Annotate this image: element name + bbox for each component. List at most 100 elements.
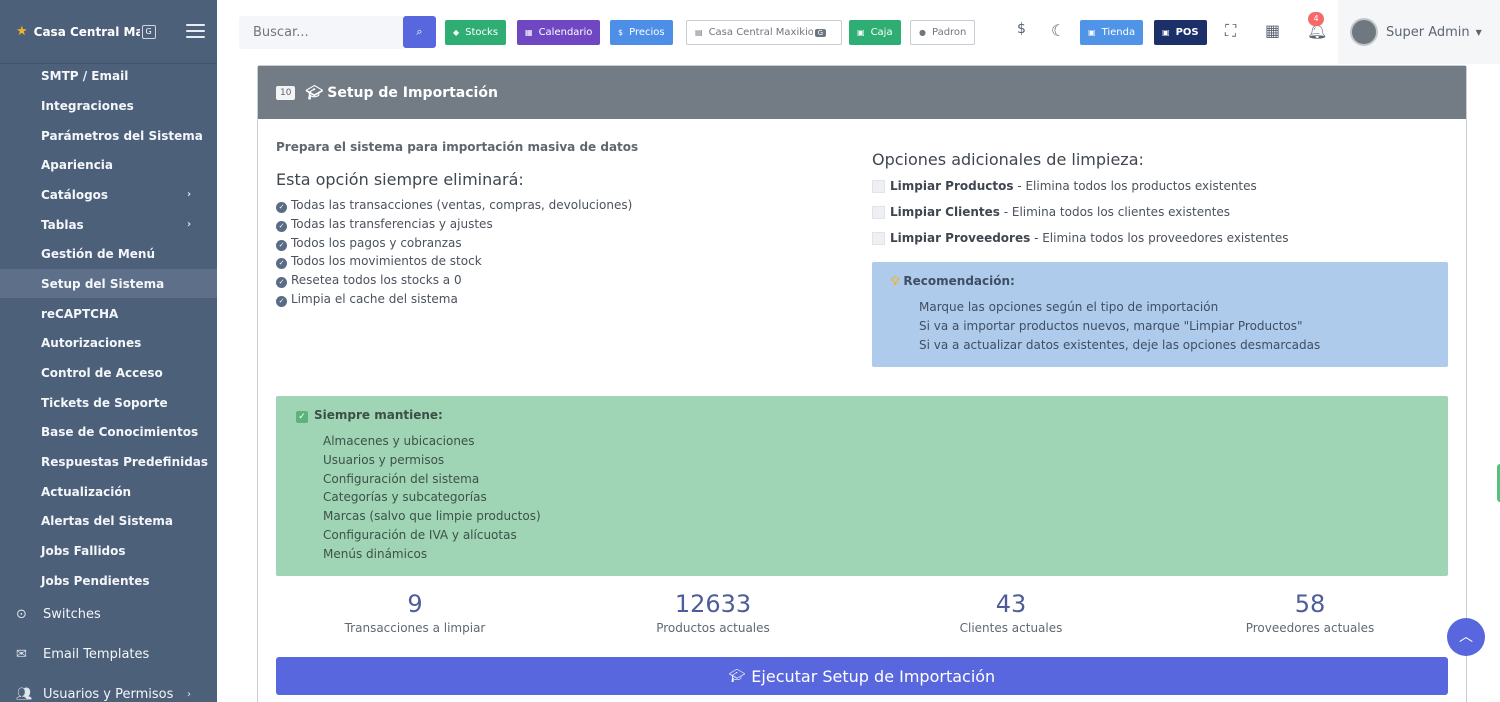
check-circle-icon: ✓: [276, 239, 287, 251]
users-icon: 👥︎: [16, 686, 33, 702]
stocks-button[interactable]: ◆ Stocks: [445, 20, 507, 45]
sidebar-section[interactable]: ✉ Email Templates: [0, 636, 217, 672]
chevron-right-icon: ›: [187, 219, 192, 230]
fullscreen-icon[interactable]: ⛶: [1225, 21, 1236, 41]
list-item-text: Todas las transacciones (ventas, compras…: [291, 198, 633, 212]
list-item: ✓ Todas las transferencias y ajustes: [276, 217, 493, 232]
search-button[interactable]: ⌕: [403, 16, 436, 48]
option-label: Limpiar Productos: [890, 179, 1014, 193]
currency-dollar-icon[interactable]: $: [1017, 21, 1026, 37]
card-title: 🎓︎ Setup de Importación: [305, 85, 497, 101]
recommendation-box: 💡︎ Recomendación: Marque las opciones seg…: [872, 262, 1448, 367]
keeps-line: Configuración de IVA y alícuotas: [323, 528, 517, 542]
sidebar-item[interactable]: Tablas ›: [0, 210, 217, 239]
sidebar-item-label: Alertas del Sistema: [41, 513, 174, 528]
sidebar-item[interactable]: Tickets de Soporte: [0, 388, 217, 417]
always-keeps-title-text: Siempre mantiene:: [314, 408, 443, 422]
list-item-text: Todos los pagos y cobranzas: [291, 235, 462, 250]
sidebar-section-label: Usuarios y Permisos: [43, 686, 174, 702]
apps-grid-icon[interactable]: ▦: [1265, 21, 1280, 40]
run-import-setup-label: Ejecutar Setup de Importación: [751, 666, 996, 686]
check-circle-icon: ✓: [276, 258, 287, 270]
sidebar-section[interactable]: ⊙ Switches: [0, 596, 217, 632]
cube-icon: ◆: [453, 28, 460, 37]
sidebar-item[interactable]: Catálogos ›: [0, 180, 217, 209]
precios-button[interactable]: $ Precios: [610, 20, 673, 45]
keeps-line: Configuración del sistema: [323, 471, 480, 486]
calendario-button-label: Calendario: [538, 27, 593, 38]
sidebar-item-label: Apariencia: [41, 157, 114, 172]
list-item: ✓ Todos los pagos y cobranzas: [276, 236, 462, 251]
always-keeps-title: ✓ Siempre mantiene:: [296, 408, 443, 423]
sidebar-item-label: Actualización: [41, 484, 132, 499]
sidebar-item[interactable]: Alertas del Sistema: [0, 506, 217, 535]
list-item-text: Resetea todos los stocks a 0: [291, 273, 462, 288]
tienda-button[interactable]: ▣ Tienda: [1080, 20, 1144, 45]
cleanup-option[interactable]: Limpiar Productos - Elimina todos los pr…: [872, 179, 1257, 193]
card-header: 10 🎓︎ Setup de Importación: [258, 66, 1466, 119]
cleanup-option[interactable]: Limpiar Proveedores - Elimina todos los …: [872, 231, 1289, 245]
graduation-cap-icon: 🎓︎: [305, 84, 324, 101]
padron-button[interactable]: ● Padron: [910, 20, 976, 45]
caja-button-label: Caja: [870, 27, 893, 38]
sidebar-item[interactable]: Parámetros del Sistema: [0, 121, 217, 150]
brand-badge: G: [141, 24, 156, 39]
list-item: ✓ Todas las transacciones (ventas, compra…: [276, 198, 632, 213]
cleanup-option[interactable]: Limpiar Clientes - Elimina todos los cli…: [872, 205, 1230, 219]
list-item: ✓ Resetea todos los stocks a 0: [276, 273, 462, 289]
sidebar-item[interactable]: Base de Conocimientos: [0, 417, 217, 446]
notification-count-badge: 4: [1308, 12, 1324, 26]
sidebar-item[interactable]: reCAPTCHA: [0, 299, 217, 328]
sidebar-item[interactable]: Jobs Fallidos: [0, 536, 217, 565]
search-input[interactable]: [239, 16, 403, 49]
pos-button[interactable]: ▣ POS: [1154, 20, 1207, 45]
sidebar-item[interactable]: Respuestas Predefinidas: [0, 447, 217, 476]
chevron-up-icon: ︿: [1459, 629, 1473, 645]
recommendation-title-text: Recomendación:: [903, 274, 1015, 288]
document-icon: ▤: [695, 28, 703, 37]
card-title-text: Setup de Importación: [327, 84, 498, 101]
hamburger-menu-icon[interactable]: [186, 24, 205, 42]
toggle-icon: ⊙: [16, 606, 27, 622]
tienda-button-label: Tienda: [1101, 27, 1136, 38]
user-name: Super Admin: [1386, 24, 1470, 40]
checkbox[interactable]: [872, 231, 885, 245]
calendario-button[interactable]: ▦ Calendario: [517, 20, 601, 45]
sidebar-item[interactable]: Actualización: [0, 477, 217, 506]
checkbox[interactable]: [872, 179, 885, 193]
sidebar-item[interactable]: Control de Acceso: [0, 358, 217, 387]
recommendation-line: Si va a importar productos nuevos, marqu…: [919, 318, 1303, 333]
branch-selector[interactable]: ▤ Casa Central MaxikioscoG: [686, 20, 842, 45]
sidebar-item[interactable]: Apariencia: [0, 150, 217, 179]
topbar: ⌕ ◆ Stocks ▦ Calendario $ Precios ▤ Casa Cen…: [217, 0, 1500, 64]
run-import-setup-button[interactable]: 🎓︎ Ejecutar Setup de Importación: [276, 657, 1448, 695]
brand-name[interactable]: Casa Central Maxikiosco: [34, 25, 140, 39]
checkbox[interactable]: [872, 205, 885, 219]
caja-button[interactable]: ▣ Caja: [849, 20, 901, 45]
sidebar-item[interactable]: Gestión de Menú: [0, 239, 217, 268]
scroll-to-top-button[interactable]: ︿: [1447, 618, 1485, 656]
sidebar-section[interactable]: 👥︎ Usuarios y Permisos ›: [0, 676, 217, 702]
list-item: ✓ Limpia el cache del sistema: [276, 292, 458, 307]
dollar-icon: $: [618, 28, 624, 37]
sidebar-header: ★ Casa Central Maxikiosco G: [0, 0, 217, 64]
user-menu[interactable]: Super Admin ▼: [1338, 0, 1500, 64]
chevron-right-icon: ›: [187, 189, 192, 200]
cash-register-icon: ▣: [857, 28, 865, 37]
sidebar-item[interactable]: Setup del Sistema: [0, 269, 217, 298]
sidebar-item[interactable]: Autorizaciones: [0, 328, 217, 357]
pos-terminal-icon: ▣: [1162, 28, 1170, 37]
moon-icon[interactable]: ☾: [1051, 21, 1065, 40]
sidebar-item-label: Catálogos: [41, 187, 109, 202]
keeps-line: Almacenes y ubicaciones: [323, 434, 475, 448]
sidebar-item-label: Jobs Pendientes: [41, 573, 150, 588]
stat-value: 12633: [674, 590, 752, 618]
sidebar: ★ Casa Central Maxikiosco G SMTP / Email…: [0, 0, 217, 702]
sidebar-item-label: Base de Conocimientos: [41, 424, 199, 439]
sidebar-item[interactable]: SMTP / Email: [0, 61, 217, 90]
recommendation-line: Si va a actualizar datos existentes, dej…: [919, 337, 1321, 352]
sidebar-item[interactable]: Integraciones: [0, 91, 217, 120]
sidebar-item[interactable]: Jobs Pendientes: [0, 566, 217, 595]
sidebar-item-label: reCAPTCHA: [41, 306, 119, 321]
keeps-line: Menús dinámicos: [323, 546, 428, 561]
